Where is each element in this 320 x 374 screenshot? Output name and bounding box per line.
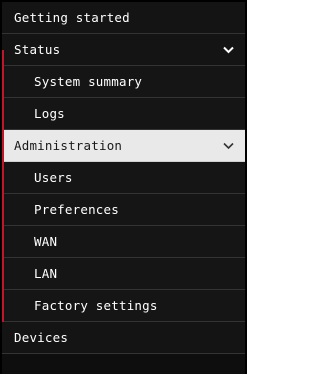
nav-item-label: Factory settings <box>34 298 158 313</box>
nav-item-label: LAN <box>34 266 58 281</box>
nav-item-label: Users <box>34 170 73 185</box>
nav-item-system-summary[interactable]: System summary <box>2 66 245 98</box>
chevron-down-icon <box>221 130 235 162</box>
nav-item-label: Getting started <box>14 10 130 25</box>
sidebar-menu: Getting started Status System summary Lo… <box>2 2 245 354</box>
nav-item-lan[interactable]: LAN <box>2 258 245 290</box>
nav-group-label: Status <box>14 42 61 57</box>
nav-item-label: Logs <box>34 106 65 121</box>
nav-item-label: WAN <box>34 234 58 249</box>
nav-item-label: Devices <box>14 330 69 345</box>
nav-item-users[interactable]: Users <box>2 162 245 194</box>
nav-item-preferences[interactable]: Preferences <box>2 194 245 226</box>
chevron-down-icon <box>221 34 235 66</box>
nav-group-label: Administration <box>14 138 123 153</box>
nav-item-devices[interactable]: Devices <box>2 322 245 354</box>
nav-item-wan[interactable]: WAN <box>2 226 245 258</box>
nav-item-label: System summary <box>34 74 143 89</box>
nav-item-getting-started[interactable]: Getting started <box>2 2 245 34</box>
nav-group-status[interactable]: Status <box>2 34 245 66</box>
navigation-panel: Getting started Status System summary Lo… <box>0 0 247 374</box>
nav-item-factory-settings[interactable]: Factory settings <box>2 290 245 322</box>
nav-group-administration[interactable]: Administration <box>2 130 245 162</box>
nav-item-label: Preferences <box>34 202 119 217</box>
nav-item-logs[interactable]: Logs <box>2 98 245 130</box>
